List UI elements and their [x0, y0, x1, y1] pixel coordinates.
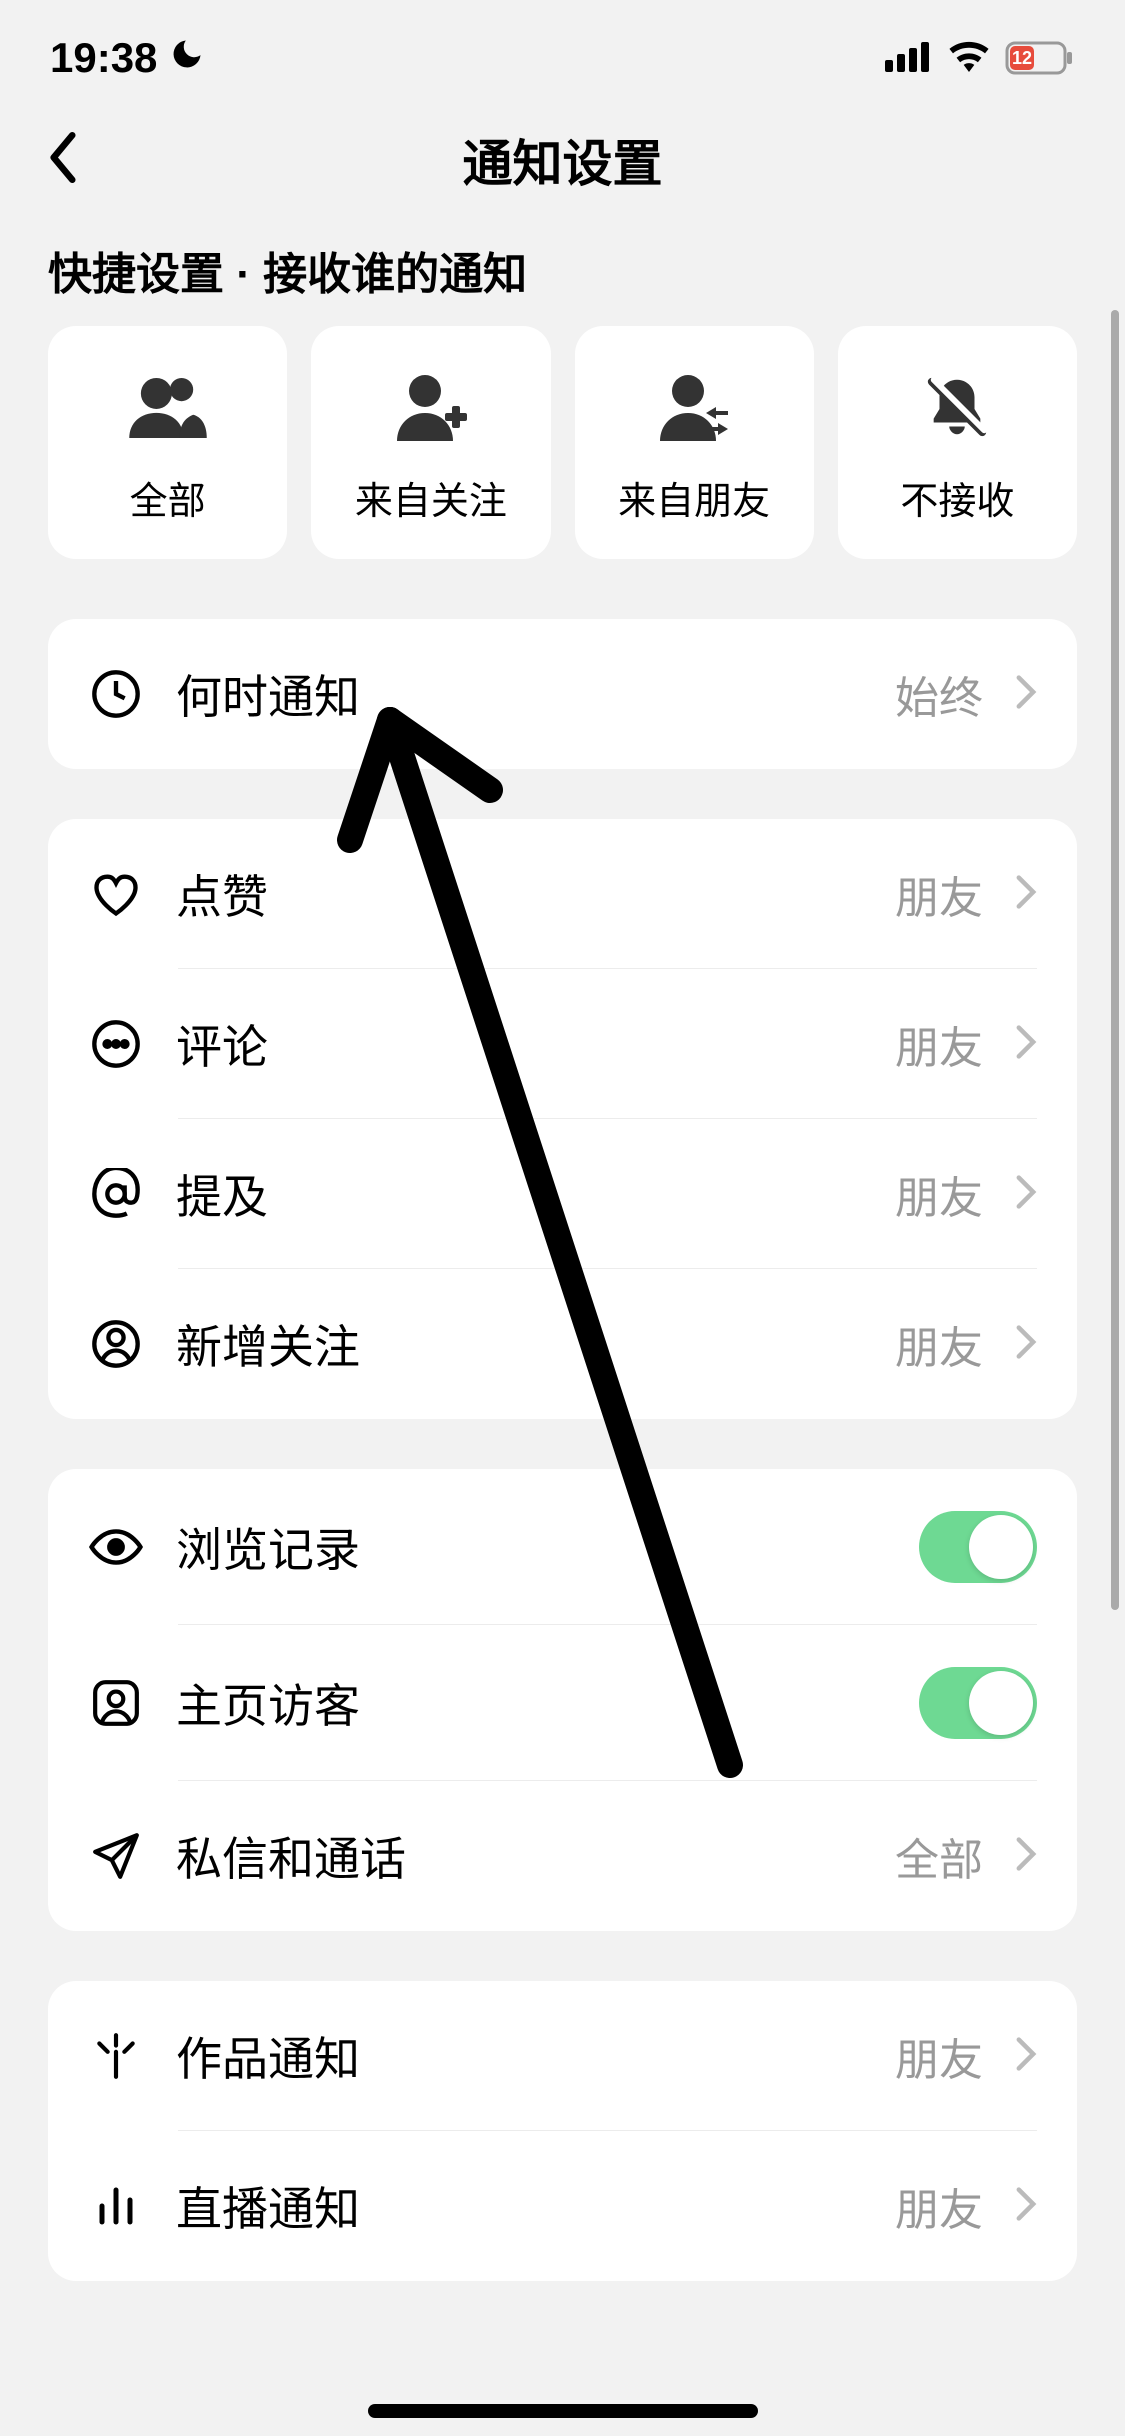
moon-icon: [169, 34, 205, 82]
chevron-right-icon: [1015, 1024, 1037, 1065]
status-bar: 19:38 12: [0, 0, 1125, 100]
row-comments[interactable]: 评论 朋友: [48, 969, 1077, 1119]
settings-group-interactions: 点赞 朋友 评论 朋友 提及 朋友 新增关注 朋友: [48, 819, 1077, 1419]
eye-icon: [88, 1519, 144, 1575]
row-messages-calls[interactable]: 私信和通话 全部: [48, 1781, 1077, 1931]
quick-card-label: 不接收: [900, 470, 1014, 525]
clock-icon: [88, 666, 144, 722]
row-likes[interactable]: 点赞 朋友: [48, 819, 1077, 969]
chevron-right-icon: [1015, 674, 1037, 715]
chevron-right-icon: [1015, 1836, 1037, 1877]
chevron-right-icon: [1015, 874, 1037, 915]
row-view-history[interactable]: 浏览记录: [48, 1469, 1077, 1625]
scroll-indicator[interactable]: [1111, 310, 1119, 1610]
back-button[interactable]: [48, 132, 78, 189]
wifi-icon: [947, 40, 991, 77]
row-when-notify[interactable]: 何时通知 始终: [48, 619, 1077, 769]
row-value: 朋友: [895, 862, 983, 926]
bell-mute-icon: [918, 368, 996, 446]
row-live-notify[interactable]: 直播通知 朋友: [48, 2131, 1077, 2281]
row-label: 私信和通话: [176, 1823, 863, 1889]
row-profile-visitors[interactable]: 主页访客: [48, 1625, 1077, 1781]
settings-group-activity: 浏览记录 主页访客 私信和通话 全部: [48, 1469, 1077, 1931]
header: 通知设置: [0, 100, 1125, 220]
row-label: 主页访客: [176, 1670, 887, 1736]
row-label: 点赞: [176, 861, 863, 927]
person-circle-icon: [88, 1316, 144, 1372]
quick-card-all[interactable]: 全部: [48, 326, 287, 559]
row-label: 提及: [176, 1161, 863, 1227]
quick-settings-grid: 全部 来自关注 来自朋友: [0, 326, 1125, 559]
person-plus-icon: [392, 368, 470, 446]
toggle-profile-visitors[interactable]: [919, 1667, 1037, 1739]
quick-card-label: 全部: [130, 470, 206, 525]
row-value: 朋友: [895, 2174, 983, 2238]
status-time: 19:38: [50, 34, 157, 82]
quick-card-label: 来自关注: [355, 470, 507, 525]
row-label: 直播通知: [176, 2173, 863, 2239]
row-value: 朋友: [895, 1312, 983, 1376]
row-label: 浏览记录: [176, 1514, 887, 1580]
row-value: 朋友: [895, 2024, 983, 2088]
toggle-view-history[interactable]: [919, 1511, 1037, 1583]
row-label: 作品通知: [176, 2023, 863, 2089]
person-exchange-icon: [655, 368, 733, 446]
chevron-right-icon: [1015, 2036, 1037, 2077]
row-content-notify[interactable]: 作品通知 朋友: [48, 1981, 1077, 2131]
row-value: 全部: [895, 1824, 983, 1888]
heart-icon: [88, 866, 144, 922]
settings-group-when: 何时通知 始终: [48, 619, 1077, 769]
row-value: 始终: [895, 662, 983, 726]
send-icon: [88, 1828, 144, 1884]
chevron-right-icon: [1015, 1174, 1037, 1215]
home-indicator[interactable]: [368, 2404, 758, 2418]
chevron-right-icon: [1015, 1324, 1037, 1365]
bars-icon: [88, 2178, 144, 2234]
row-new-follows[interactable]: 新增关注 朋友: [48, 1269, 1077, 1419]
battery-icon: 12: [1005, 41, 1075, 75]
chevron-right-icon: [1015, 2186, 1037, 2227]
row-label: 评论: [176, 1011, 863, 1077]
sparkle-icon: [88, 2028, 144, 2084]
row-value: 朋友: [895, 1162, 983, 1226]
row-label: 何时通知: [176, 661, 863, 727]
status-left: 19:38: [50, 34, 205, 82]
signal-icon: [885, 40, 933, 77]
page-title: 通知设置: [463, 124, 663, 196]
settings-group-content: 作品通知 朋友 直播通知 朋友: [48, 1981, 1077, 2281]
row-label: 新增关注: [176, 1311, 863, 1377]
svg-text:12: 12: [1012, 48, 1032, 68]
section-title: 快捷设置 · 接收谁的通知: [0, 220, 1125, 326]
person-square-icon: [88, 1675, 144, 1731]
comment-icon: [88, 1016, 144, 1072]
quick-card-following[interactable]: 来自关注: [311, 326, 550, 559]
at-icon: [88, 1166, 144, 1222]
quick-card-label: 来自朋友: [618, 470, 770, 525]
row-value: 朋友: [895, 1012, 983, 1076]
quick-card-none[interactable]: 不接收: [838, 326, 1077, 559]
quick-card-friends[interactable]: 来自朋友: [575, 326, 814, 559]
row-mentions[interactable]: 提及 朋友: [48, 1119, 1077, 1269]
people-icon: [129, 368, 207, 446]
status-right: 12: [885, 40, 1075, 77]
